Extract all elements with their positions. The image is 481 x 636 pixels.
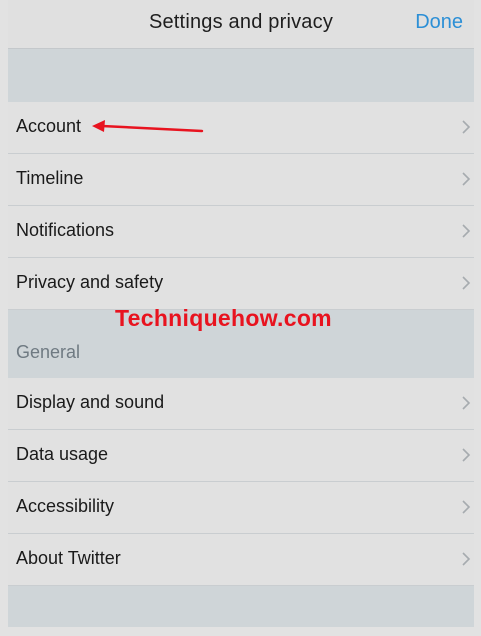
settings-row-accessibility[interactable]: Accessibility [8, 482, 474, 534]
chevron-right-icon [462, 500, 471, 514]
navigation-bar: Settings and privacy Done [8, 0, 474, 49]
settings-panel: Settings and privacy Done Account Timeli… [8, 0, 474, 627]
row-label: Notifications [16, 220, 115, 240]
row-label: Account [16, 116, 82, 136]
chevron-right-icon [462, 120, 471, 134]
section-spacer [8, 49, 474, 102]
settings-row-privacy-and-safety[interactable]: Privacy and safety [8, 258, 474, 310]
row-label: Data usage [16, 444, 109, 464]
screenshot-frame: Settings and privacy Done Account Timeli… [0, 0, 481, 636]
row-label: Display and sound [16, 392, 165, 412]
section-header-general: General [16, 342, 81, 362]
chevron-right-icon [462, 224, 471, 238]
row-label: Accessibility [16, 496, 115, 516]
chevron-right-icon [462, 552, 471, 566]
chevron-right-icon [462, 448, 471, 462]
settings-row-notifications[interactable]: Notifications [8, 206, 474, 258]
chevron-right-icon [462, 396, 471, 410]
page-title: Settings and privacy [148, 11, 334, 33]
settings-row-about-twitter[interactable]: About Twitter [8, 534, 474, 586]
chevron-right-icon [462, 276, 471, 290]
row-label: Timeline [16, 168, 84, 188]
watermark-text: Techniquehow.com [115, 305, 332, 331]
settings-row-display-and-sound[interactable]: Display and sound [8, 378, 474, 430]
settings-row-account[interactable]: Account [8, 102, 474, 154]
row-label: About Twitter [16, 548, 121, 568]
row-label: Privacy and safety [16, 272, 164, 292]
settings-row-timeline[interactable]: Timeline [8, 154, 474, 206]
chevron-right-icon [462, 172, 471, 186]
settings-row-data-usage[interactable]: Data usage [8, 430, 474, 482]
done-button[interactable]: Done [415, 11, 463, 34]
